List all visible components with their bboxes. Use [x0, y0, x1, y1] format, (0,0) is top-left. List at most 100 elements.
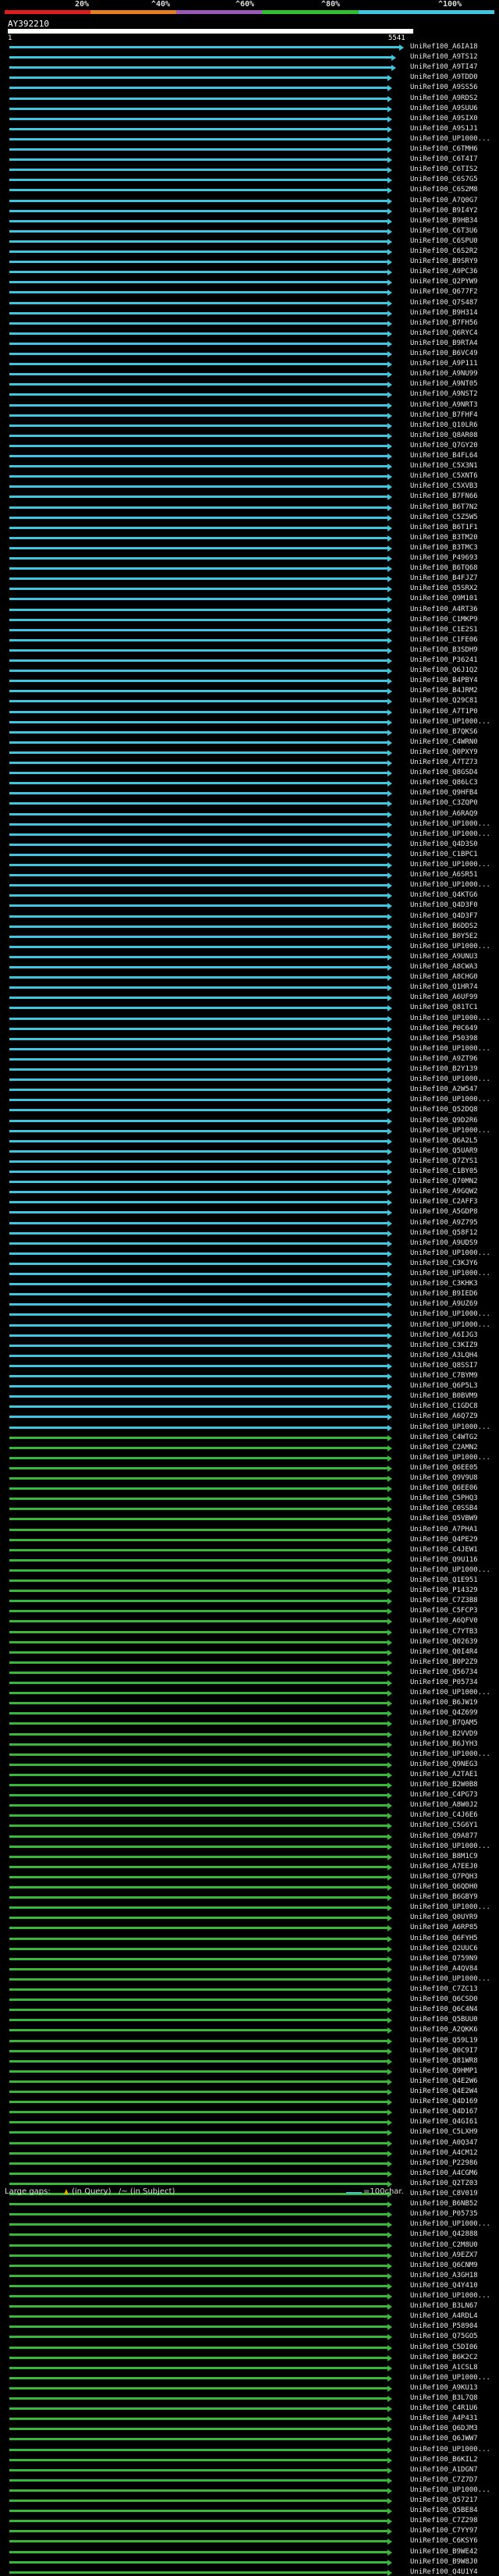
- hit-label[interactable]: UniRef100_A4P431: [410, 2414, 478, 2422]
- hit-label[interactable]: UniRef100_UP1000...: [410, 1075, 490, 1083]
- hit-row[interactable]: UniRef100_UP1000...: [0, 830, 499, 838]
- hit-label[interactable]: UniRef100_Q6JWW7: [410, 2435, 478, 2443]
- hit-row[interactable]: UniRef100_Q7S487: [0, 299, 499, 307]
- hit-label[interactable]: UniRef100_Q4E2W6: [410, 2077, 478, 2085]
- hit-label[interactable]: UniRef100_C7BYM9: [410, 1372, 478, 1380]
- hit-row[interactable]: UniRef100_UP1000...: [0, 135, 499, 143]
- hit-label[interactable]: UniRef100_UP1000...: [410, 1689, 490, 1697]
- hit-label[interactable]: UniRef100_A3LQH4: [410, 1352, 478, 1359]
- hit-label[interactable]: UniRef100_A9SUU6: [410, 105, 478, 112]
- hit-row[interactable]: UniRef100_P49693: [0, 554, 499, 562]
- hit-row[interactable]: UniRef100_C2M8U0: [0, 2241, 499, 2249]
- hit-label[interactable]: UniRef100_B7QAM5: [410, 1719, 478, 1727]
- hit-label[interactable]: UniRef100_Q8GSD4: [410, 769, 478, 776]
- hit-label[interactable]: UniRef100_Q6DJM3: [410, 2425, 478, 2432]
- hit-label[interactable]: UniRef100_C6TMH6: [410, 145, 478, 153]
- hit-row[interactable]: UniRef100_Q9HMP1: [0, 2067, 499, 2075]
- hit-label[interactable]: UniRef100_B3L7Q8: [410, 2394, 478, 2402]
- hit-label[interactable]: UniRef100_A9NRT3: [410, 401, 478, 409]
- hit-row[interactable]: UniRef100_B9IED6: [0, 1290, 499, 1299]
- hit-label[interactable]: UniRef100_B3TMC3: [410, 544, 478, 552]
- hit-label[interactable]: UniRef100_C4PG73: [410, 1791, 478, 1799]
- hit-label[interactable]: UniRef100_Q86LC3: [410, 779, 478, 787]
- hit-row[interactable]: UniRef100_UP1000...: [0, 881, 499, 890]
- hit-label[interactable]: UniRef100_C5G6Y1: [410, 1821, 478, 1829]
- hit-row[interactable]: UniRef100_C3KIZ9: [0, 1341, 499, 1349]
- hit-label[interactable]: UniRef100_A3GH18: [410, 2272, 478, 2279]
- hit-label[interactable]: UniRef100_C6S2R2: [410, 247, 478, 255]
- hit-row[interactable]: UniRef100_Q10LR6: [0, 421, 499, 429]
- hit-row[interactable]: UniRef100_B7FH56: [0, 319, 499, 327]
- hit-label[interactable]: UniRef100_UP1000...: [410, 1249, 490, 1257]
- hit-label[interactable]: UniRef100_Q42888: [410, 2230, 478, 2238]
- hit-row[interactable]: UniRef100_B3LN67: [0, 2302, 499, 2311]
- hit-label[interactable]: UniRef100_A9S1J1: [410, 125, 478, 133]
- hit-row[interactable]: UniRef100_UP1000...: [0, 1903, 499, 1912]
- hit-row[interactable]: UniRef100_Q4GI61: [0, 2118, 499, 2127]
- hit-label[interactable]: UniRef100_A6RP85: [410, 1924, 478, 1931]
- hit-label[interactable]: UniRef100_Q9V9U8: [410, 1474, 478, 1482]
- hit-row[interactable]: UniRef100_Q9M101: [0, 595, 499, 603]
- hit-label[interactable]: UniRef100_A1CSL8: [410, 2364, 478, 2372]
- hit-label[interactable]: UniRef100_UP1000...: [410, 1045, 490, 1053]
- hit-label[interactable]: UniRef100_C7Z3B8: [410, 1597, 478, 1604]
- hit-row[interactable]: UniRef100_Q4Y410: [0, 2282, 499, 2290]
- hit-label[interactable]: UniRef100_B9H314: [410, 309, 478, 317]
- hit-label[interactable]: UniRef100_Q8AR08: [410, 432, 478, 439]
- hit-row[interactable]: UniRef100_B9H314: [0, 309, 499, 317]
- hit-label[interactable]: UniRef100_Q9A877: [410, 1832, 478, 1840]
- hit-row[interactable]: UniRef100_Q8GSD4: [0, 769, 499, 777]
- hit-label[interactable]: UniRef100_A6IJG3: [410, 1331, 478, 1339]
- hit-label[interactable]: UniRef100_C5FCP3: [410, 1607, 478, 1615]
- hit-label[interactable]: UniRef100_UP1000...: [410, 1310, 490, 1318]
- hit-label[interactable]: UniRef100_Q52DQ8: [410, 1106, 478, 1114]
- hit-row[interactable]: UniRef100_Q56734: [0, 1668, 499, 1676]
- hit-label[interactable]: UniRef100_C3KHK3: [410, 1280, 478, 1288]
- hit-row[interactable]: UniRef100_A4RT36: [0, 606, 499, 613]
- hit-row[interactable]: UniRef100_Q86LC3: [0, 779, 499, 787]
- hit-row[interactable]: UniRef100_P14329: [0, 1586, 499, 1595]
- hit-row[interactable]: UniRef100_C7BYM9: [0, 1372, 499, 1380]
- hit-row[interactable]: UniRef100_UP1000...: [0, 2374, 499, 2382]
- hit-row[interactable]: UniRef100_Q5UAR9: [0, 1147, 499, 1155]
- hit-row[interactable]: UniRef100_B9HB34: [0, 217, 499, 225]
- hit-label[interactable]: UniRef100_B6T1F1: [410, 524, 478, 531]
- hit-label[interactable]: UniRef100_UP1000...: [410, 1750, 490, 1758]
- hit-label[interactable]: UniRef100_C2M8U0: [410, 2241, 478, 2249]
- hit-label[interactable]: UniRef100_B6GBY9: [410, 1893, 478, 1901]
- hit-label[interactable]: UniRef100_A9SS56: [410, 83, 478, 91]
- hit-label[interactable]: UniRef100_Q70MN2: [410, 1178, 478, 1185]
- hit-label[interactable]: UniRef100_Q2PYW9: [410, 278, 478, 286]
- hit-label[interactable]: UniRef100_A6QFV0: [410, 1617, 478, 1625]
- hit-label[interactable]: UniRef100_B7FH56: [410, 319, 478, 327]
- hit-row[interactable]: UniRef100_C4J6E6: [0, 1811, 499, 1820]
- hit-row[interactable]: UniRef100_A9NRT3: [0, 401, 499, 409]
- hit-row[interactable]: UniRef100_C6S7G5: [0, 176, 499, 184]
- hit-row[interactable]: UniRef100_A9UDS9: [0, 1239, 499, 1247]
- hit-label[interactable]: UniRef100_B2VVD9: [410, 1730, 478, 1738]
- hit-label[interactable]: UniRef100_C1MKP9: [410, 616, 478, 624]
- hit-row[interactable]: UniRef100_Q1HR74: [0, 983, 499, 992]
- hit-row[interactable]: UniRef100_B6DDS2: [0, 922, 499, 930]
- hit-label[interactable]: UniRef100_A4CGM6: [410, 2169, 478, 2177]
- hit-label[interactable]: UniRef100_Q9M101: [410, 595, 478, 602]
- hit-row[interactable]: UniRef100_A4QV84: [0, 1965, 499, 1973]
- hit-row[interactable]: UniRef100_UP1000...: [0, 861, 499, 869]
- hit-label[interactable]: UniRef100_Q6EE06: [410, 1484, 478, 1492]
- hit-label[interactable]: UniRef100_B6VC49: [410, 350, 478, 357]
- hit-label[interactable]: UniRef100_A9UDS9: [410, 1239, 478, 1247]
- hit-row[interactable]: UniRef100_Q4Z699: [0, 1709, 499, 1718]
- hit-row[interactable]: UniRef100_B6JW19: [0, 1699, 499, 1707]
- hit-row[interactable]: UniRef100_B6K2C2: [0, 2354, 499, 2361]
- hit-row[interactable]: UniRef100_UP1000...: [0, 820, 499, 828]
- hit-label[interactable]: UniRef100_C4WRN0: [410, 738, 478, 746]
- hit-row[interactable]: UniRef100_C5XVB3: [0, 482, 499, 491]
- hit-row[interactable]: UniRef100_C4PG73: [0, 1791, 499, 1800]
- hit-row[interactable]: UniRef100_UP1000...: [0, 2220, 499, 2229]
- hit-row[interactable]: UniRef100_C1GDC8: [0, 1402, 499, 1411]
- hit-label[interactable]: UniRef100_B2Y139: [410, 1065, 478, 1073]
- hit-row[interactable]: UniRef100_C6T4I7: [0, 155, 499, 164]
- hit-row[interactable]: UniRef100_C4JEW1: [0, 1546, 499, 1554]
- hit-label[interactable]: UniRef100_Q759N9: [410, 1955, 478, 1963]
- hit-row[interactable]: UniRef100_Q6CNM9: [0, 2262, 499, 2269]
